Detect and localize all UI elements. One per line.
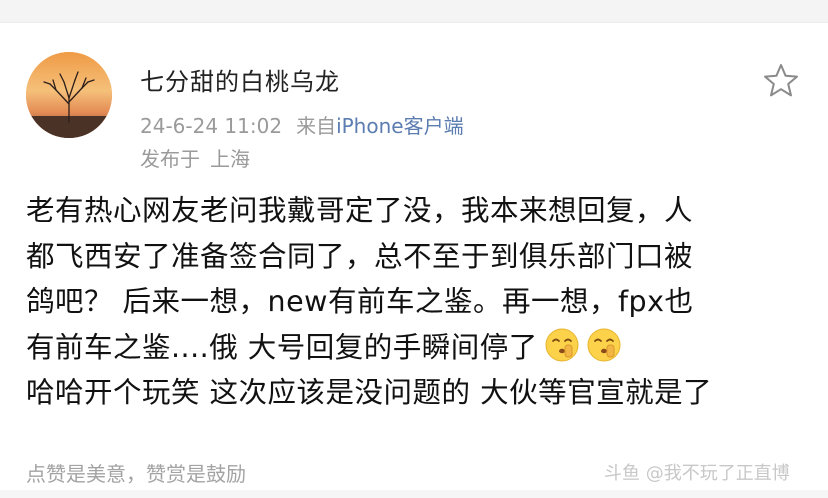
post-body-line: 鸽吧？ 后来一想，new有前车之鉴。再一想，fpx也	[26, 285, 694, 319]
author-name[interactable]: 七分甜的白桃乌龙	[140, 62, 340, 97]
post-body-line: 哈哈开个玩笑 这次应该是没问题的 大伙等官宣就是了	[26, 376, 713, 410]
post-meta: 24-6-24 11:02 来自iPhone客户端	[140, 110, 464, 139]
section-divider	[0, 490, 828, 498]
reward-hint[interactable]: 点赞是美意，赞赏是鼓励	[26, 458, 246, 487]
location-prefix: 发布于	[140, 147, 200, 171]
post-body-line-text: 有前车之鉴....俄 大号回复的手瞬间停了	[26, 330, 538, 364]
watermark: 斗鱼 @我不玩了正直博	[604, 463, 790, 484]
star-outline-icon	[764, 64, 798, 97]
favorite-button[interactable]	[762, 62, 800, 100]
location-city: 上海	[210, 147, 250, 171]
avatar-image	[26, 52, 112, 138]
avatar[interactable]	[26, 52, 112, 138]
source-link[interactable]: iPhone客户端	[336, 114, 464, 138]
post-timestamp: 24-6-24 11:02	[140, 114, 283, 138]
shush-face-emoji	[545, 328, 579, 362]
shush-face-emoji	[587, 328, 621, 362]
post-body: 老有热心网友老问我戴哥定了没，我本来想回复，人 都飞西安了准备签合同了，总不至于…	[26, 188, 816, 416]
post-location: 发布于 上海	[140, 143, 250, 172]
post-body-line-with-emojis: 有前车之鉴....俄 大号回复的手瞬间停了	[26, 325, 816, 371]
top-bar	[0, 0, 828, 23]
post-body-line: 老有热心网友老问我戴哥定了没，我本来想回复，人	[26, 194, 694, 227]
post-body-line: 都飞西安了准备签合同了，总不至于到俱乐部门口被	[26, 239, 694, 273]
source-prefix: 来自	[296, 114, 337, 138]
